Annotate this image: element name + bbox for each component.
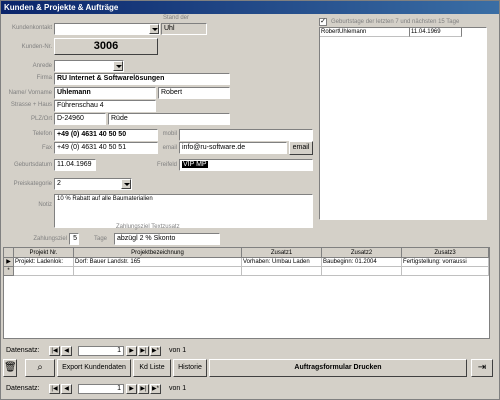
row-selector-new[interactable]: *: [4, 267, 14, 276]
chevron-down-icon[interactable]: [113, 61, 123, 71]
first-record-icon[interactable]: |◀: [49, 346, 60, 356]
table-cell[interactable]: Projekt: Ladenlok:: [14, 258, 74, 267]
table-cell[interactable]: Dorf: Bauer Landstr. 165: [74, 258, 242, 267]
table-cell[interactable]: [74, 267, 242, 276]
inner-record-number[interactable]: 1: [78, 346, 124, 356]
fax-input[interactable]: +49 (0) 4631 40 50 51: [54, 142, 158, 154]
table-cell[interactable]: [242, 267, 322, 276]
zahlungsziel-input[interactable]: 5: [69, 233, 79, 245]
label-zahlungsziel: Zahlungsziel: [33, 236, 67, 242]
last-record-icon[interactable]: ▶|: [138, 346, 149, 356]
window-title: Kunden & Projekte & Aufträge: [1, 1, 499, 14]
label-name-vorname: Name/ Vorname: [8, 90, 52, 96]
binoculars-icon[interactable]: ⌕: [25, 359, 55, 377]
kundenkontakt-select[interactable]: [54, 23, 160, 35]
column-header[interactable]: Zusatz3: [402, 248, 489, 258]
outer-record-number[interactable]: 1: [78, 384, 124, 394]
label-tage: Tage: [93, 236, 107, 242]
column-header[interactable]: Projekt Nr.: [14, 248, 74, 258]
prev-record-icon[interactable]: ◀: [61, 384, 72, 394]
next-record-icon[interactable]: ▶: [126, 384, 137, 394]
outer-record-label: Datensatz:: [6, 385, 40, 392]
chevron-down-icon[interactable]: [149, 24, 159, 34]
trash-icon[interactable]: 🗑: [3, 359, 17, 377]
table-cell[interactable]: [322, 267, 402, 276]
label-telefon: Telefon: [32, 131, 52, 137]
app-window: Kunden & Projekte & Aufträge Kundenkonta…: [0, 0, 500, 400]
vorname-input[interactable]: Robert: [158, 87, 230, 99]
new-record-icon[interactable]: ▶*: [150, 384, 161, 394]
historie-button[interactable]: Historie: [173, 359, 207, 377]
column-header[interactable]: Zusatz1: [242, 248, 322, 258]
birthday-list: RobertUhlemann 11.04.1969: [319, 27, 487, 220]
project-table: Projekt Nr. Projektbezeichnung Zusatz1 Z…: [3, 247, 490, 339]
label-kunden-nr: Kunden-Nr.: [21, 44, 52, 50]
column-header[interactable]: Projektbezeichnung: [74, 248, 242, 258]
table-corner: [4, 248, 14, 258]
label-kundenkontakt: Kundenkontakt: [11, 25, 52, 31]
first-record-icon[interactable]: |◀: [49, 384, 60, 394]
row-selector-current[interactable]: ▶: [4, 258, 14, 267]
inner-record-total: von 1: [169, 347, 187, 354]
email-input[interactable]: info@ru-software.de: [179, 142, 287, 154]
table-cell[interactable]: Fertigstellung: vorraussi: [402, 258, 489, 267]
strasse-input[interactable]: Führenschau 4: [54, 100, 156, 112]
list-item[interactable]: 11.04.1969: [410, 28, 462, 37]
export-kundendaten-button[interactable]: Export Kundendaten: [57, 359, 131, 377]
chevron-down-icon[interactable]: [121, 179, 131, 189]
label-fax: Fax: [41, 145, 52, 151]
table-cell[interactable]: [14, 267, 74, 276]
name-input[interactable]: Uhlemann: [54, 87, 156, 99]
preiskategorie-value: 2: [57, 180, 61, 187]
freifeld-selected-text: VIP MP: [182, 161, 208, 168]
prev-record-icon[interactable]: ◀: [61, 346, 72, 356]
preiskategorie-select[interactable]: 2: [54, 178, 132, 190]
notiz-textarea[interactable]: 10 % Rabatt auf alle Baumaterialien: [54, 194, 313, 228]
table-cell[interactable]: [402, 267, 489, 276]
label-preiskategorie: Preiskategorie: [13, 181, 52, 187]
auftragsformular-drucken-button[interactable]: Auftragsformular Drucken: [209, 359, 467, 377]
birthday-checkbox-label: Geburtstage der letzten 7 und nächsten 1…: [331, 19, 460, 25]
label-plz-ort: PLZ/Ort: [30, 116, 52, 122]
email-button[interactable]: email: [289, 141, 313, 155]
firma-input[interactable]: RU Internet & Softwarelösungen: [54, 73, 230, 85]
label-freifeld: Freifeld: [156, 162, 177, 168]
zahlungsziel-text-input[interactable]: abzügl 2 % Skonto: [114, 233, 220, 245]
freifeld-input[interactable]: VIP MP: [179, 159, 313, 171]
plz-input[interactable]: D-24960: [54, 113, 106, 125]
kunden-nr-field[interactable]: 3006: [54, 38, 158, 55]
ort-input[interactable]: Rüde: [108, 113, 230, 125]
exit-door-icon[interactable]: ⇥: [471, 359, 493, 377]
label-notiz: Notiz: [38, 202, 52, 208]
table-cell[interactable]: Baubeginn: 01.2004: [322, 258, 402, 267]
last-record-icon[interactable]: ▶|: [138, 384, 149, 394]
outer-record-total: von 1: [169, 385, 187, 392]
anrede-select[interactable]: [54, 60, 124, 72]
uhl-field: Uhl: [161, 23, 207, 35]
inner-record-label: Datensatz:: [6, 347, 40, 354]
birthday-checkbox[interactable]: ✓: [319, 18, 327, 26]
column-header[interactable]: Zusatz2: [322, 248, 402, 258]
label-firma: Firma: [36, 75, 52, 81]
table-cell[interactable]: Vorhaben: Umbau Laden: [242, 258, 322, 267]
label-email: email: [162, 145, 177, 151]
label-zahlungsziel-text: Zahlungsziel Textzusatz: [116, 224, 180, 230]
new-record-icon[interactable]: ▶*: [150, 346, 161, 356]
list-item[interactable]: RobertUhlemann: [320, 28, 410, 37]
mobil-input[interactable]: [179, 129, 313, 141]
kd-liste-button[interactable]: Kd Liste: [133, 359, 171, 377]
label-strasse: Strasse + Haus: [10, 102, 52, 108]
stand-label: Stand der: [163, 15, 190, 21]
label-geburtsdatum: Geburtsdatum: [13, 162, 52, 168]
geburtsdatum-input[interactable]: 11.04.1969: [54, 159, 96, 171]
telefon-input[interactable]: +49 (0) 4631 40 50 50: [54, 129, 158, 141]
label-anrede: Anrede: [32, 63, 52, 69]
next-record-icon[interactable]: ▶: [126, 346, 137, 356]
label-mobil: mobil: [162, 131, 177, 137]
